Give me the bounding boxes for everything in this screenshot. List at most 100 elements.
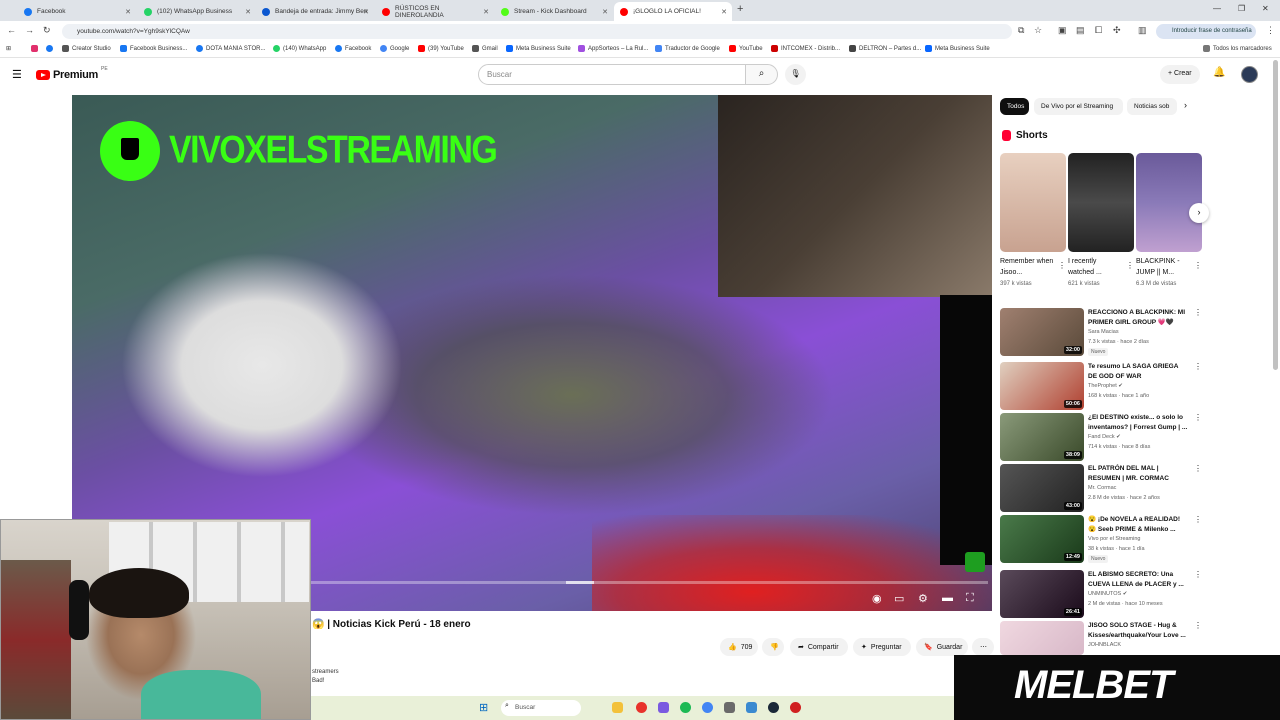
bookmark-item[interactable]: Creator Studio	[62, 45, 111, 52]
browser-tab[interactable]: Bandeja de entrada: Jimmy Ben ✕	[256, 2, 374, 21]
more-vertical-icon[interactable]: ⋮	[1126, 261, 1134, 270]
browser-tab-active[interactable]: ¡GLOGLO LA OFICIAL! ✕	[614, 2, 732, 21]
more-vertical-icon[interactable]: ⋮	[1194, 261, 1202, 270]
recommendation-item[interactable]: 50:06 Te resumo LA SAGA GRIEGA DE GOD OF…	[1000, 362, 1202, 412]
recommendation-item[interactable]: 43:00 EL PATRÓN DEL MAL | RESUMEN | MR. …	[1000, 464, 1202, 514]
page-scrollbar[interactable]	[1273, 60, 1278, 370]
more-vertical-icon[interactable]: ⋮	[1194, 515, 1202, 524]
more-vertical-icon[interactable]: ⋮	[1194, 308, 1202, 317]
discord-icon[interactable]	[658, 702, 669, 713]
close-window-icon[interactable]: ✕	[1262, 4, 1269, 13]
browser-tab[interactable]: (102) WhatsApp Business ✕	[138, 2, 256, 21]
bookmark-item[interactable]: Google	[380, 45, 409, 52]
short-card[interactable]: Remember when Jisoo... 397 k vistas ⋮	[1000, 153, 1066, 287]
app-icon[interactable]	[746, 702, 757, 713]
close-icon[interactable]: ✕	[721, 8, 727, 16]
restore-icon[interactable]: ❐	[1238, 4, 1245, 13]
avatar[interactable]	[1241, 66, 1258, 83]
search-input[interactable]: Buscar	[478, 64, 746, 85]
bookmark-item[interactable]: YouTube	[729, 45, 763, 52]
close-icon[interactable]: ✕	[363, 8, 369, 16]
browser-tab[interactable]: Facebook ✕	[18, 2, 136, 21]
dislike-button[interactable]: 👎	[762, 638, 784, 656]
search-button[interactable]: ⌕	[745, 64, 778, 85]
install-icon[interactable]: ⧉	[1018, 25, 1024, 36]
browser-tab[interactable]: RÚSTICOS EN DINEROLANDIA ✕	[376, 2, 494, 21]
extension-icon[interactable]: ▣	[1058, 25, 1067, 36]
more-vertical-icon[interactable]: ⋮	[1058, 261, 1066, 270]
chip-all[interactable]: Todos	[1000, 98, 1029, 115]
instagram-icon[interactable]	[31, 45, 38, 52]
short-card[interactable]: I recently watched ... 621 k vistas ⋮	[1068, 153, 1134, 287]
app-icon[interactable]	[790, 702, 801, 713]
shorts-next-button[interactable]: ›	[1189, 203, 1209, 223]
extension-icon[interactable]: ⧠	[1095, 25, 1102, 36]
more-vertical-icon[interactable]: ⋮	[1194, 362, 1202, 371]
fullscreen-icon[interactable]: ⛶	[966, 592, 974, 605]
forward-icon[interactable]: →	[25, 25, 34, 35]
settings-gear-icon[interactable]: ⚙	[918, 592, 928, 605]
bookmark-item[interactable]: Traductor de Google	[655, 45, 720, 52]
bookmark-item[interactable]: DELTRON – Partes d...	[849, 45, 921, 52]
channel-watermark-icon[interactable]	[965, 552, 985, 572]
recommendation-item[interactable]: 26:41 EL ABISMO SECRETO: Una CUEVA LLENA…	[1000, 570, 1202, 620]
taskbar-search[interactable]: Buscar	[501, 700, 581, 716]
recommendation-item[interactable]: 38:09 ¿El DESTINO existe... o solo lo in…	[1000, 413, 1202, 463]
bookmark-item[interactable]: Facebook	[335, 45, 371, 52]
close-icon[interactable]: ✕	[245, 8, 251, 16]
bookmark-item[interactable]: Meta Business Suite	[925, 45, 990, 52]
youtube-logo[interactable]: Premium PE	[36, 66, 108, 81]
share-button[interactable]: ➦ Compartir	[790, 638, 848, 656]
more-vertical-icon[interactable]: ⋮	[1194, 570, 1202, 579]
back-icon[interactable]: ←	[7, 25, 16, 35]
file-explorer-icon[interactable]	[612, 702, 623, 713]
close-icon[interactable]: ✕	[125, 8, 131, 16]
subtitles-icon[interactable]: ▭	[894, 592, 904, 605]
recommendation-item[interactable]: 12:49 😮 ¡De NOVELA a REALIDAD! 😮 Seeb PR…	[1000, 515, 1202, 565]
bookmark-star-icon[interactable]: ☆	[1034, 25, 1042, 36]
new-tab-icon[interactable]: +	[737, 3, 743, 15]
more-vertical-icon[interactable]: ⋮	[1194, 621, 1202, 630]
chevron-right-icon[interactable]: ›	[1184, 100, 1187, 110]
reload-icon[interactable]: ↻	[43, 25, 51, 36]
apps-icon[interactable]: ⊞	[6, 45, 11, 52]
bookmark-item[interactable]: (39) YouTube	[418, 45, 464, 52]
bookmark-item[interactable]: Facebook Business...	[120, 45, 187, 52]
notifications-bell-icon[interactable]: 🔔	[1213, 67, 1225, 78]
all-bookmarks[interactable]: Todos los marcadores	[1203, 45, 1272, 52]
ask-button[interactable]: ✦ Preguntar	[853, 638, 911, 656]
minimize-icon[interactable]: —	[1213, 4, 1221, 13]
address-bar[interactable]: youtube.com/watch?v=Ygh9skYlCQAw	[62, 24, 1012, 39]
bookmark-item[interactable]: Meta Business Suite	[506, 45, 571, 52]
chip-noticias[interactable]: Noticias sob	[1127, 98, 1177, 115]
opera-icon[interactable]	[636, 702, 647, 713]
recommendation-item[interactable]: 32:00 REACCIONO A BLACKPINK: MI PRIMER G…	[1000, 308, 1202, 358]
more-vertical-icon[interactable]: ⋮	[1194, 464, 1202, 473]
spotify-icon[interactable]	[680, 702, 691, 713]
bookmark-item[interactable]: Gmail	[472, 45, 498, 52]
like-button[interactable]: 👍 709	[720, 638, 758, 656]
bookmark-item[interactable]: INTCOMEX - Distrib...	[771, 45, 840, 52]
more-vertical-icon[interactable]: ⋮	[1194, 413, 1202, 422]
recommendation-item[interactable]: JISOO SOLO STAGE - Hug & Kisses/earthqua…	[1000, 621, 1202, 655]
autoplay-toggle-icon[interactable]: ◉	[872, 592, 882, 605]
facebook-icon[interactable]	[46, 45, 53, 52]
bookmark-item[interactable]: DOTA MANIA STOR...	[196, 45, 265, 52]
app-icon[interactable]	[724, 702, 735, 713]
chip-vivo[interactable]: De Vivo por el Streaming	[1034, 98, 1123, 115]
menu-kebab-icon[interactable]: ⋮	[1266, 25, 1275, 36]
extensions-puzzle-icon[interactable]: ✣	[1113, 25, 1121, 36]
close-icon[interactable]: ✕	[483, 8, 489, 16]
hamburger-menu-icon[interactable]: ☰	[12, 68, 22, 81]
steam-icon[interactable]	[768, 702, 779, 713]
chrome-icon[interactable]	[702, 702, 713, 713]
extension-icon[interactable]: ▤	[1076, 25, 1085, 36]
create-button[interactable]: + Crear	[1160, 65, 1200, 84]
theater-mode-icon[interactable]: ▬	[942, 592, 953, 604]
sidebar-icon[interactable]: ▥	[1138, 25, 1147, 36]
close-icon[interactable]: ✕	[602, 8, 608, 16]
bookmark-item[interactable]: (140) WhatsApp	[273, 45, 326, 52]
bookmark-item[interactable]: AppSorteos – La Rul...	[578, 45, 648, 52]
voice-search-button[interactable]: 🎙	[785, 64, 806, 85]
windows-start-icon[interactable]: ⊞	[479, 701, 488, 714]
